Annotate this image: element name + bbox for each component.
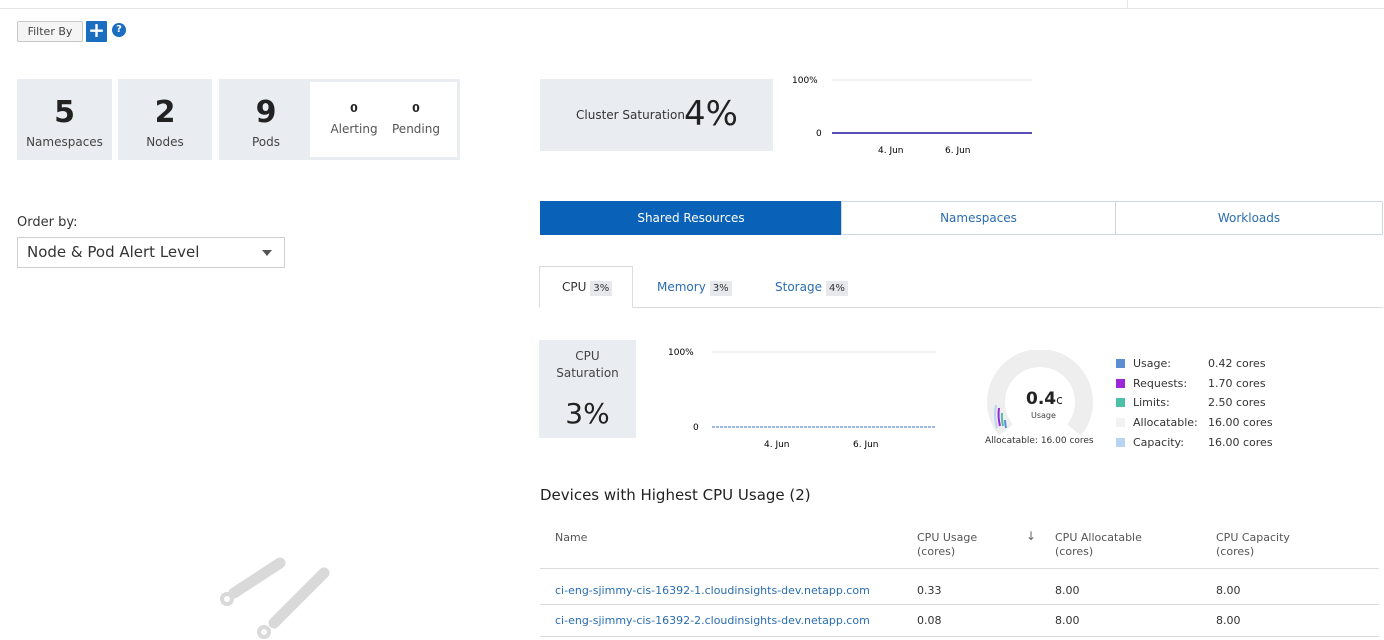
- cpu-saturation-value: 3%: [565, 397, 610, 430]
- order-by-select[interactable]: Node & Pod Alert Level: [17, 237, 285, 268]
- subtab-cpu[interactable]: CPU 3%: [562, 280, 613, 296]
- pending-label: Pending: [392, 122, 440, 136]
- gauge-value-number: 0.4: [1026, 389, 1057, 409]
- namespaces-stat[interactable]: 5 Namespaces: [17, 79, 112, 160]
- table-divider: [540, 636, 1379, 637]
- legend-name: Allocatable:: [1133, 416, 1198, 429]
- device-cpu-usage: 0.33: [917, 584, 942, 597]
- gauge-usage-arc: [1004, 419, 1007, 429]
- subtab-storage-label: Storage: [775, 280, 822, 294]
- y-tick-bottom: 0: [816, 129, 822, 139]
- column-header-cpu-capacity[interactable]: CPU Capacity (cores): [1216, 531, 1290, 559]
- device-cpu-usage: 0.08: [917, 614, 942, 627]
- tab-shared-resources[interactable]: Shared Resources: [540, 201, 842, 235]
- column-header-line1: CPU Allocatable: [1055, 531, 1142, 544]
- x-tick-1: 4. Jun: [764, 440, 790, 450]
- x-tick-2: 6. Jun: [945, 146, 971, 156]
- subtab-cpu-label: CPU: [562, 280, 587, 294]
- device-cpu-allocatable: 8.00: [1055, 614, 1080, 627]
- subtab-cpu-pct: 3%: [590, 281, 613, 296]
- top-divider: [0, 8, 1384, 9]
- subtab-memory[interactable]: Memory 3%: [657, 280, 732, 296]
- nodes-count: 2: [154, 95, 176, 130]
- help-icon[interactable]: ?: [112, 23, 126, 37]
- filter-by-button[interactable]: Filter By: [17, 21, 83, 42]
- tab-namespaces[interactable]: Namespaces: [841, 201, 1116, 235]
- cpu-saturation-label: CPU Saturation: [539, 348, 636, 382]
- legend-swatch-limits: [1116, 398, 1125, 407]
- device-cpu-capacity: 8.00: [1216, 584, 1241, 597]
- pods-label: Pods: [251, 135, 281, 149]
- column-header-name[interactable]: Name: [555, 531, 587, 545]
- legend-value: 16.00 cores: [1208, 436, 1273, 449]
- pending-count: 0: [412, 102, 420, 115]
- column-header-line2: (cores): [1055, 545, 1094, 558]
- namespaces-label: Namespaces: [26, 135, 103, 149]
- alerting-label: Alerting: [330, 122, 378, 136]
- sort-descending-icon[interactable]: ↓: [1026, 529, 1036, 543]
- legend-name: Limits:: [1133, 396, 1170, 409]
- device-cpu-capacity: 8.00: [1216, 614, 1241, 627]
- tab-workloads[interactable]: Workloads: [1115, 201, 1383, 235]
- legend-value: 16.00 cores: [1208, 416, 1273, 429]
- column-header-line1: CPU Capacity: [1216, 531, 1290, 544]
- column-header-cpu-allocatable[interactable]: CPU Allocatable (cores): [1055, 531, 1142, 559]
- chevron-down-icon[interactable]: [262, 250, 272, 256]
- device-name-link[interactable]: ci-eng-sjimmy-cis-16392-2.cloudinsights-…: [555, 614, 870, 627]
- gauge-limits-arc: [1000, 412, 1004, 427]
- column-header-line2: (cores): [1216, 545, 1255, 558]
- table-divider: [540, 568, 1379, 569]
- table-divider: [540, 604, 1379, 605]
- namespaces-count: 5: [54, 95, 75, 130]
- cpu-saturation-label-line1: CPU: [575, 349, 600, 363]
- legend-name: Usage:: [1133, 357, 1171, 370]
- cpu-saturation-tile: CPU Saturation 3%: [539, 340, 636, 438]
- cluster-saturation-value: 4%: [684, 94, 738, 134]
- gauge-caption: Usage: [1031, 411, 1056, 420]
- nodes-stat[interactable]: 2 Nodes: [118, 79, 212, 160]
- gauge-value-unit: c: [1056, 393, 1063, 407]
- column-header-line1: CPU Usage: [917, 531, 978, 544]
- nodes-label: Nodes: [146, 135, 184, 149]
- legend-value: 1.70 cores: [1208, 377, 1266, 390]
- y-tick-top: 100%: [792, 76, 818, 86]
- device-name-link[interactable]: ci-eng-sjimmy-cis-16392-1.cloudinsights-…: [555, 584, 870, 597]
- column-header-line2: (cores): [917, 545, 956, 558]
- legend-swatch-capacity: [1116, 438, 1125, 447]
- subtab-storage-pct: 4%: [825, 281, 848, 296]
- alert-placeholder-icon: [220, 557, 330, 639]
- device-cpu-allocatable: 8.00: [1055, 584, 1080, 597]
- legend-swatch-allocatable: [1116, 418, 1125, 427]
- x-tick-2: 6. Jun: [853, 440, 879, 450]
- gauge-allocatable: Allocatable: 16.00 cores: [985, 436, 1094, 446]
- subtab-memory-pct: 3%: [709, 281, 732, 296]
- add-filter-button[interactable]: +: [86, 20, 107, 42]
- legend-swatch-requests: [1116, 379, 1125, 388]
- legend-name: Capacity:: [1133, 436, 1184, 449]
- cluster-saturation-chart: 100% 0 4. Jun 6. Jun: [792, 76, 1032, 156]
- subtab-storage[interactable]: Storage 4%: [775, 280, 848, 296]
- cpu-saturation-chart: 100% 0 4. Jun 6. Jun: [668, 348, 936, 450]
- top-separator: [1127, 0, 1128, 8]
- pods-count: 9: [255, 95, 277, 130]
- legend-name: Requests:: [1133, 377, 1188, 390]
- alerting-count: 0: [350, 102, 358, 115]
- legend-value: 2.50 cores: [1208, 396, 1266, 409]
- subtab-memory-label: Memory: [657, 280, 706, 294]
- legend-value: 0.42 cores: [1208, 357, 1266, 370]
- pod-status-panel: 0 Alerting 0 Pending: [310, 82, 457, 157]
- column-header-line1: Name: [555, 531, 588, 544]
- order-by-label: Order by:: [17, 215, 78, 230]
- y-tick-top: 100%: [668, 348, 694, 358]
- gauge-value: 0.4c: [1026, 389, 1063, 409]
- cpu-saturation-label-line2: Saturation: [556, 366, 619, 380]
- devices-title: Devices with Highest CPU Usage (2): [540, 486, 811, 504]
- legend-swatch-usage: [1116, 359, 1125, 368]
- subtabs-divider: [540, 307, 1383, 308]
- y-tick-bottom: 0: [693, 423, 699, 433]
- x-tick-1: 4. Jun: [878, 146, 904, 156]
- column-header-cpu-usage[interactable]: CPU Usage (cores): [917, 531, 977, 559]
- cluster-saturation-label: Cluster Saturation: [576, 108, 685, 122]
